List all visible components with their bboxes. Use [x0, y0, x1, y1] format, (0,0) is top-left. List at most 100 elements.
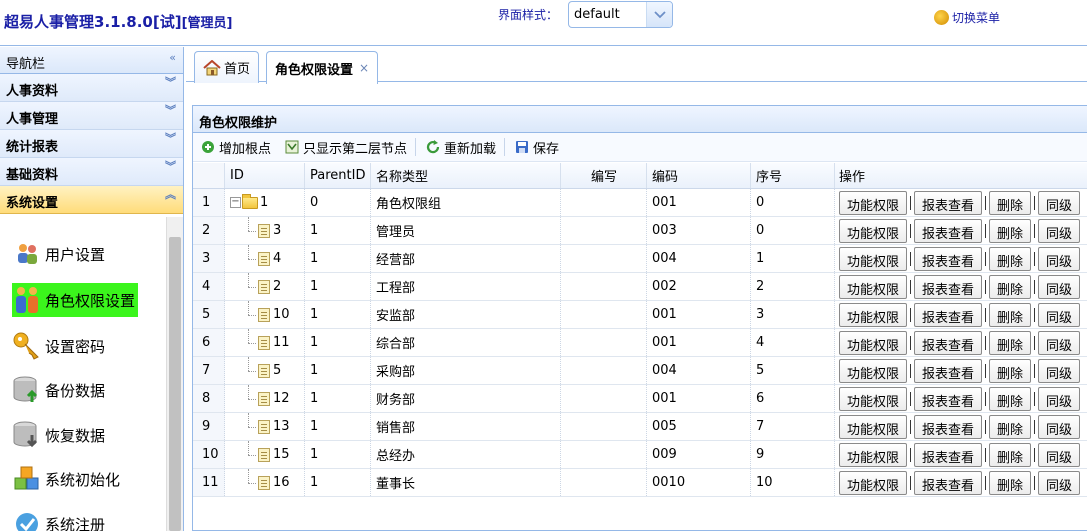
table-row[interactable]: 7 5 1 采购部 004 5 功能权限 报表查看 删除 同级 [193, 357, 1087, 385]
delete-button[interactable]: 删除 [989, 442, 1032, 467]
add-sibling-button[interactable]: 同级 [1038, 470, 1081, 495]
delete-button[interactable]: 删除 [989, 302, 1032, 327]
menu-item-system-register[interactable]: 系统注册 [12, 507, 105, 531]
collapse-toggle-icon[interactable]: − [230, 197, 241, 208]
home-icon [203, 59, 221, 76]
delete-button[interactable]: 删除 [989, 414, 1032, 439]
id-cell[interactable]: 3 [225, 217, 305, 244]
function-permission-button[interactable]: 功能权限 [839, 386, 908, 411]
add-sibling-button[interactable]: 同级 [1038, 330, 1081, 355]
id-cell[interactable]: 4 [225, 245, 305, 272]
add-sibling-button[interactable]: 同级 [1038, 274, 1081, 299]
function-permission-button[interactable]: 功能权限 [839, 358, 908, 383]
function-permission-button[interactable]: 功能权限 [839, 190, 908, 215]
header-name[interactable]: 名称类型 [371, 163, 561, 188]
report-view-button[interactable]: 报表查看 [914, 274, 983, 299]
report-view-button[interactable]: 报表查看 [914, 302, 983, 327]
delete-button[interactable]: 删除 [989, 386, 1032, 411]
menu-item-system-init[interactable]: 系统初始化 [12, 462, 120, 496]
table-row[interactable]: 5 10 1 安监部 001 3 功能权限 报表查看 删除 同级 [193, 301, 1087, 329]
menu-item-set-password[interactable]: 设置密码 [12, 329, 105, 363]
id-cell[interactable]: 11 [225, 329, 305, 356]
function-permission-button[interactable]: 功能权限 [839, 442, 908, 467]
tab-role-permissions[interactable]: 角色权限设置 × [266, 51, 379, 84]
table-row[interactable]: 2 3 1 管理员 003 0 功能权限 报表查看 删除 同级 [193, 217, 1087, 245]
report-view-button[interactable]: 报表查看 [914, 470, 983, 495]
menu-item-user-settings[interactable]: 用户设置 [12, 237, 105, 271]
double-chevron-down-icon: ︾ [165, 132, 176, 145]
report-view-button[interactable]: 报表查看 [914, 330, 983, 355]
report-view-button[interactable]: 报表查看 [914, 414, 983, 439]
accordion-personnel-data[interactable]: 人事资料 ︾ [0, 74, 183, 102]
function-permission-button[interactable]: 功能权限 [839, 414, 908, 439]
add-sibling-button[interactable]: 同级 [1038, 246, 1081, 271]
delete-button[interactable]: 删除 [989, 470, 1032, 495]
id-cell[interactable]: 12 [225, 385, 305, 412]
report-view-button[interactable]: 报表查看 [914, 386, 983, 411]
close-icon[interactable]: × [359, 61, 369, 75]
table-row[interactable]: 10 15 1 总经办 009 9 功能权限 报表查看 删除 同级 [193, 441, 1087, 469]
delete-button[interactable]: 删除 [989, 358, 1032, 383]
menu-item-role-permissions[interactable]: 角色权限设置 [12, 283, 139, 317]
report-view-button[interactable]: 报表查看 [914, 442, 983, 467]
report-view-button[interactable]: 报表查看 [914, 190, 983, 215]
add-sibling-button[interactable]: 同级 [1038, 442, 1081, 467]
table-row[interactable]: 11 16 1 董事长 0010 10 功能权限 报表查看 删除 同级 [193, 469, 1087, 497]
table-row[interactable]: 9 13 1 销售部 005 7 功能权限 报表查看 删除 同级 [193, 413, 1087, 441]
function-permission-button[interactable]: 功能权限 [839, 470, 908, 495]
function-permission-button[interactable]: 功能权限 [839, 246, 908, 271]
add-sibling-button[interactable]: 同级 [1038, 302, 1081, 327]
id-cell[interactable]: 5 [225, 357, 305, 384]
id-cell[interactable]: 13 [225, 413, 305, 440]
table-row[interactable]: 3 4 1 经营部 004 1 功能权限 报表查看 删除 同级 [193, 245, 1087, 273]
delete-button[interactable]: 删除 [989, 246, 1032, 271]
delete-button[interactable]: 删除 [989, 330, 1032, 355]
accordion-system-settings[interactable]: 系统设置 ︽ [0, 186, 183, 214]
delete-button[interactable]: 删除 [989, 190, 1032, 215]
header-id[interactable]: ID [225, 163, 305, 188]
delete-button[interactable]: 删除 [989, 274, 1032, 299]
id-cell[interactable]: 2 [225, 273, 305, 300]
menu-item-restore-data[interactable]: 恢复数据 [12, 418, 105, 452]
id-cell[interactable]: −1 [225, 189, 305, 216]
id-cell[interactable]: 10 [225, 301, 305, 328]
id-cell[interactable]: 15 [225, 441, 305, 468]
add-sibling-button[interactable]: 同级 [1038, 386, 1081, 411]
id-cell[interactable]: 16 [225, 469, 305, 496]
reload-button[interactable]: 重新加载 [426, 138, 496, 157]
chevron-down-icon[interactable] [646, 2, 672, 27]
menu-item-backup-data[interactable]: 备份数据 [12, 373, 105, 407]
function-permission-button[interactable]: 功能权限 [839, 302, 908, 327]
add-sibling-button[interactable]: 同级 [1038, 414, 1081, 439]
style-select[interactable]: default [568, 1, 673, 28]
show-second-level-button[interactable]: 只显示第二层节点 [285, 138, 407, 157]
table-row[interactable]: 6 11 1 综合部 001 4 功能权限 报表查看 删除 同级 [193, 329, 1087, 357]
table-row[interactable]: 8 12 1 财务部 001 6 功能权限 报表查看 删除 同级 [193, 385, 1087, 413]
function-permission-button[interactable]: 功能权限 [839, 330, 908, 355]
scrollbar-thumb[interactable] [169, 237, 181, 531]
add-root-button[interactable]: 增加根点 [201, 138, 271, 157]
header-code[interactable]: 编码 [647, 163, 751, 188]
header-parent-id[interactable]: ParentID [305, 163, 371, 188]
function-permission-button[interactable]: 功能权限 [839, 274, 908, 299]
tab-home[interactable]: 首页 [194, 51, 260, 83]
report-view-button[interactable]: 报表查看 [914, 246, 983, 271]
delete-button[interactable]: 删除 [989, 218, 1032, 243]
report-view-button[interactable]: 报表查看 [914, 218, 983, 243]
function-permission-button[interactable]: 功能权限 [839, 218, 908, 243]
add-sibling-button[interactable]: 同级 [1038, 190, 1081, 215]
add-sibling-button[interactable]: 同级 [1038, 358, 1081, 383]
header-seq[interactable]: 序号 [751, 163, 835, 188]
collapse-left-icon[interactable]: « [169, 52, 176, 63]
accordion-basic-data[interactable]: 基础资料 ︾ [0, 158, 183, 186]
table-row[interactable]: 4 2 1 工程部 002 2 功能权限 报表查看 删除 同级 [193, 273, 1087, 301]
report-view-button[interactable]: 报表查看 [914, 358, 983, 383]
add-sibling-button[interactable]: 同级 [1038, 218, 1081, 243]
header-abbr[interactable]: 编写 [561, 163, 647, 188]
table-row[interactable]: 1−1 0 角色权限组 001 0 功能权限 报表查看 删除 同级 [193, 189, 1087, 217]
switch-menu-button[interactable]: 切换菜单 [934, 9, 1000, 26]
sidebar-scrollbar[interactable] [166, 217, 183, 531]
save-button[interactable]: 保存 [515, 138, 559, 157]
accordion-statistics[interactable]: 统计报表 ︾ [0, 130, 183, 158]
accordion-personnel-management[interactable]: 人事管理 ︾ [0, 102, 183, 130]
